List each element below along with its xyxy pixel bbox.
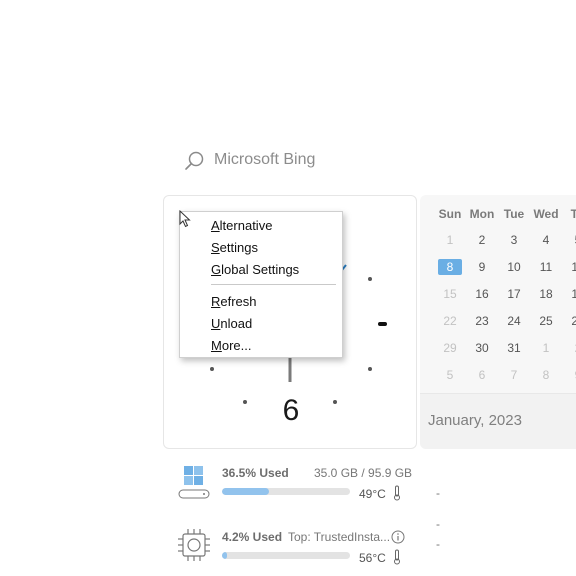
menu-item-settings[interactable]: Settings [211, 240, 258, 255]
calendar-day[interactable]: 17 [498, 286, 530, 302]
menu-item-label: ettings [219, 240, 258, 255]
calendar-day[interactable]: 18 [530, 286, 562, 302]
storage-temperature: 49°C [359, 487, 386, 501]
access-key: S [211, 240, 220, 255]
calendar-day[interactable]: 3 [498, 232, 530, 248]
context-menu[interactable]: Alternative Settings Global Settings Ref… [179, 211, 343, 358]
storage-used-label: 36.5% Used [222, 466, 289, 480]
access-key: U [211, 316, 221, 331]
calendar-day[interactable]: 9 [466, 259, 498, 275]
calendar-day[interactable]: 7 [498, 367, 530, 383]
side-value: - [436, 486, 440, 500]
access-key: R [211, 294, 221, 309]
cpu-usage-bar-fill [222, 552, 228, 559]
calendar-day[interactable]: 30 [466, 340, 498, 356]
cpu-usage-bar [222, 552, 350, 559]
clock-numeral-six: 6 [282, 394, 300, 427]
search-placeholder: Microsoft Bing [214, 151, 316, 168]
menu-item-unload[interactable]: Unload [211, 316, 252, 331]
menu-item-global-settings[interactable]: Global Settings [211, 262, 299, 277]
calendar-day[interactable]: 16 [466, 286, 498, 302]
drive-icon [178, 466, 210, 499]
cpu-temperature: 56°C [359, 551, 386, 565]
calendar-day[interactable]: 5 [562, 232, 576, 248]
thermometer-icon [394, 549, 400, 565]
calendar-day[interactable]: 12 [562, 259, 576, 275]
calendar-footer: January, 2023 [420, 393, 576, 449]
mouse-cursor-icon [179, 210, 191, 228]
calendar-month-label: January, 2023 [428, 412, 522, 429]
cpu-chip-icon [178, 529, 210, 561]
side-value: - [436, 517, 440, 531]
calendar-day[interactable]: 26 [562, 313, 576, 329]
calendar-day[interactable]: 22 [434, 313, 466, 329]
calendar-day[interactable]: 9 [562, 367, 576, 383]
calendar-day-today[interactable]: 8 [438, 259, 462, 275]
info-icon[interactable] [391, 530, 405, 544]
cpu-top-process: Top: TrustedInsta... [288, 530, 391, 544]
calendar-day[interactable]: 6 [466, 367, 498, 383]
access-key: A [211, 218, 220, 233]
cpu-used-label: 4.2% Used [222, 530, 283, 544]
storage-capacity: 35.0 GB / 95.9 GB [314, 466, 413, 480]
calendar-day[interactable]: 15 [434, 286, 466, 302]
calendar-day[interactable]: 1 [530, 340, 562, 356]
thermometer-icon [394, 485, 400, 501]
calendar-header-sun: Sun [438, 207, 462, 221]
calendar-day[interactable]: 2 [466, 232, 498, 248]
calendar-day[interactable]: 29 [434, 340, 466, 356]
network-widget-partial[interactable]: - - - [420, 455, 576, 576]
calendar-day[interactable]: 11 [530, 259, 562, 275]
calendar-day[interactable]: 8 [530, 367, 562, 383]
menu-separator [211, 284, 336, 285]
access-key: G [211, 262, 222, 277]
storage-usage-bar-fill [222, 488, 269, 495]
menu-item-refresh[interactable]: Refresh [211, 294, 257, 309]
calendar-day[interactable]: 24 [498, 313, 530, 329]
calendar-day[interactable]: 19 [562, 286, 576, 302]
calendar-day[interactable]: 5 [434, 367, 466, 383]
storage-usage-bar [222, 488, 350, 495]
calendar-day[interactable]: 23 [466, 313, 498, 329]
calendar-day[interactable]: 2 [562, 340, 576, 356]
calendar-header-mon: Mon [469, 207, 495, 221]
calendar-day[interactable]: 25 [530, 313, 562, 329]
access-key: M [211, 338, 222, 353]
calendar-day[interactable]: 4 [530, 232, 562, 248]
menu-item-label: ore... [221, 338, 252, 353]
storage-widget[interactable]: 36.5% Used 35.0 GB / 95.9 GB 49°C [163, 455, 417, 509]
side-value: - [436, 537, 440, 551]
cpu-widget[interactable]: 4.2% Used Top: TrustedInsta... 56°C [163, 515, 417, 576]
menu-item-alternative[interactable]: Alternative [211, 218, 272, 233]
search-icon [185, 151, 204, 170]
calendar-header-wed: Wed [533, 207, 559, 221]
calendar-day[interactable]: 10 [498, 259, 530, 275]
menu-item-label: lobal Settings [221, 262, 300, 277]
calendar-day[interactable]: 1 [434, 232, 466, 248]
menu-item-label: efresh [220, 294, 257, 309]
calendar-widget[interactable]: Sun Mon Tue Wed Th 1 2 3 4 5 8 9 10 11 1… [420, 195, 576, 449]
menu-item-label: lternative [219, 218, 273, 233]
calendar-day[interactable]: 31 [498, 340, 530, 356]
calendar-header-thu: Th [570, 207, 576, 221]
menu-item-more[interactable]: More... [211, 338, 251, 353]
search-bar[interactable]: Microsoft Bing [163, 140, 576, 180]
calendar-header-tue: Tue [503, 207, 525, 221]
menu-item-label: nload [220, 316, 253, 331]
